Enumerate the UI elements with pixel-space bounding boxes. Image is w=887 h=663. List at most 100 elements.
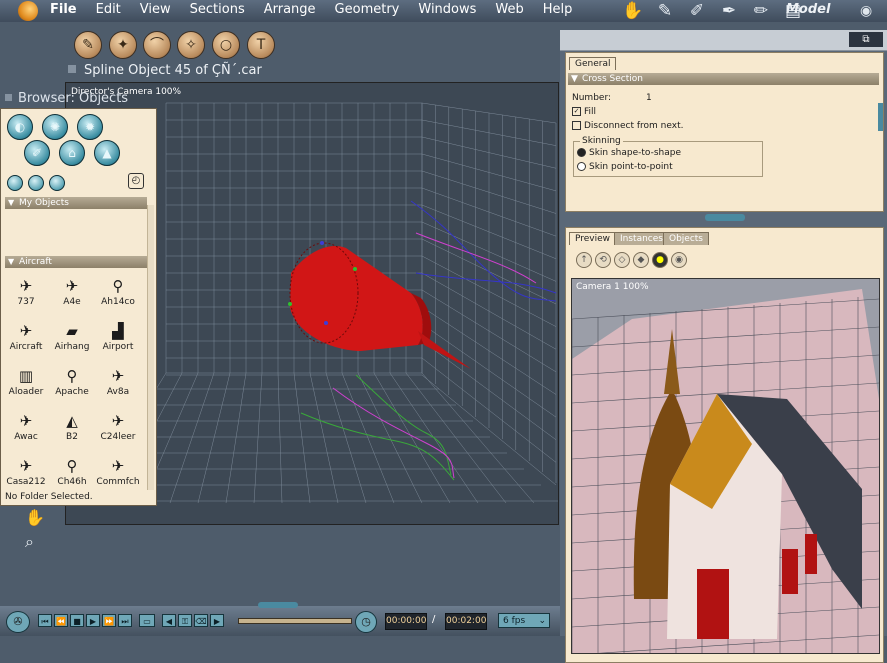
medium-view-icon[interactable] [28,175,44,191]
timeline-grip[interactable] [258,602,298,608]
menu-edit[interactable]: Edit [96,2,121,17]
object-item[interactable]: ✈ C24leer [96,410,140,442]
gear-category-icon[interactable]: ✺ [42,114,68,140]
menu-windows[interactable]: Windows [418,2,476,17]
props-scrollbar[interactable] [878,103,883,131]
circle-tool-icon[interactable]: ○ [212,31,240,59]
menu-arrange[interactable]: Arrange [264,2,316,17]
object-label: Airhang [54,342,90,352]
stop-button[interactable]: ■ [70,614,84,627]
pen-room-icon[interactable]: ✒ [716,0,742,22]
skin-point-radio[interactable] [577,162,586,171]
disconnect-checkbox[interactable] [572,121,581,130]
spline-object[interactable] [288,241,471,369]
menu-web[interactable]: Web [495,2,523,17]
model-room-icon[interactable]: ✏ [748,0,774,22]
film-reel-icon[interactable]: ✇ [6,611,30,633]
preview-camera-label: Camera 1 100% [576,282,649,292]
object-item[interactable]: ✈ Commfch [96,455,140,487]
object-item[interactable]: ✈ Aircraft [4,320,48,352]
small-view-icon[interactable] [7,175,23,191]
menu-view[interactable]: View [140,2,171,17]
eye-icon[interactable]: ◉ [860,3,872,19]
object-item[interactable]: ▥ Aloader [4,365,48,397]
loop-button[interactable]: ▭ [139,614,155,627]
brush-category-icon[interactable]: ✐ [24,140,50,166]
aircraft-header[interactable]: ▼ Aircraft [5,256,147,268]
transport-bar: ✇ ⏮ ⏪ ■ ▶ ⏩ ⏭ ▭ ◀ ⚿ ⌫ ▶ ◷ 00:00:00 / 00:… [0,602,560,636]
loader-icon: ▥ [18,367,34,385]
panel-splitter[interactable] [705,214,745,221]
object-item[interactable]: ⚲ Ah14co [96,275,140,307]
time-scrubber[interactable] [238,618,352,624]
objects-category-icon[interactable]: ◐ [7,114,33,140]
menu-geometry[interactable]: Geometry [335,2,400,17]
forward-button[interactable]: ⏩ [102,614,116,627]
start-button[interactable]: ⏮ [38,614,52,627]
skin-shape-label: Skin shape-to-shape [589,148,682,158]
preview-view[interactable]: Camera 1 100% [571,278,880,654]
transform-tool-icon[interactable]: ✧ [177,31,205,59]
object-item[interactable]: ✈ Av8a [96,365,140,397]
object-item[interactable]: ▟ Airport [96,320,140,352]
object-item[interactable]: ✈ 737 [4,275,48,307]
current-time[interactable]: 00:00:00 [385,613,427,630]
menu-sections[interactable]: Sections [190,2,245,17]
rewind-button[interactable]: ⏪ [54,614,68,627]
cross-section-header[interactable]: ▼ Cross Section [568,73,879,85]
menu-file[interactable]: File [50,2,77,17]
menu-help[interactable]: Help [543,2,573,17]
wireframe-icon[interactable]: ◇ [614,252,630,268]
fill-checkbox[interactable]: ✓ [572,107,581,116]
move-preview-icon[interactable]: ↑ [576,252,592,268]
spline-room-icon[interactable]: ✎ [652,0,678,22]
object-item[interactable]: ✈ A4e [50,275,94,307]
helicopter-icon: ⚲ [112,277,124,295]
prev-key-button[interactable]: ◀ [162,614,176,627]
object-item[interactable]: ⚲ Apache [50,365,94,397]
hand-icon[interactable]: ✋ [25,508,45,527]
text-tool-icon[interactable]: T [247,31,275,59]
zoom-icon[interactable]: ⌕ [25,532,34,552]
render-icon[interactable]: ◉ [671,252,687,268]
play-button[interactable]: ▶ [86,614,100,627]
pen-tool-icon[interactable]: ✎ [74,31,102,59]
my-objects-header[interactable]: ▼ My Objects [5,197,147,209]
fps-select[interactable]: 6 fps ⌄ [498,613,550,628]
point-tool-icon[interactable]: ✦ [109,31,137,59]
lock-category-icon[interactable]: ⌂ [59,140,85,166]
object-item[interactable]: ✈ Awac [4,410,48,442]
skin-shape-row[interactable]: Skin shape-to-shape [577,148,681,158]
tab-instances[interactable]: Instances [614,232,669,245]
app-logo-icon[interactable] [18,1,38,21]
browser-scrollbar[interactable] [147,205,154,490]
end-time[interactable]: 00:02:00 [445,613,487,630]
object-item[interactable]: ✈ Casa212 [4,455,48,487]
object-item[interactable]: ⚲ Ch46h [50,455,94,487]
skin-shape-radio[interactable] [577,148,586,157]
fill-row[interactable]: ✓ Fill [572,107,596,117]
disconnect-row[interactable]: Disconnect from next. [572,121,683,131]
object-item[interactable]: ▰ Airhang [50,320,94,352]
browser-menu-icon[interactable]: ◴ [128,173,144,189]
scene-category-icon[interactable]: ▲ [94,140,120,166]
delete-key-button[interactable]: ⌫ [194,614,208,627]
large-view-icon[interactable] [49,175,65,191]
rotate-preview-icon[interactable]: ⟲ [595,252,611,268]
hand-room-icon[interactable]: ✋ [620,0,646,22]
curve-tool-icon[interactable]: ⌒ [143,31,171,59]
key-button[interactable]: ⚿ [178,614,192,627]
tab-objects[interactable]: Objects [663,232,710,245]
end-button[interactable]: ⏭ [118,614,132,627]
clock-icon[interactable]: ◷ [355,611,377,633]
next-key-button[interactable]: ▶ [210,614,224,627]
panel-toggle-icon[interactable]: ⧉ [849,32,883,47]
smooth-shade-icon[interactable]: ● [652,252,668,268]
brush-room-icon[interactable]: ✐ [684,0,710,22]
flat-shade-icon[interactable]: ◆ [633,252,649,268]
lights-category-icon[interactable]: ✹ [77,114,103,140]
object-item[interactable]: ◭ B2 [50,410,94,442]
tab-general[interactable]: General [569,57,617,70]
tab-preview[interactable]: Preview [569,232,617,245]
skin-point-row[interactable]: Skin point-to-point [577,162,673,172]
